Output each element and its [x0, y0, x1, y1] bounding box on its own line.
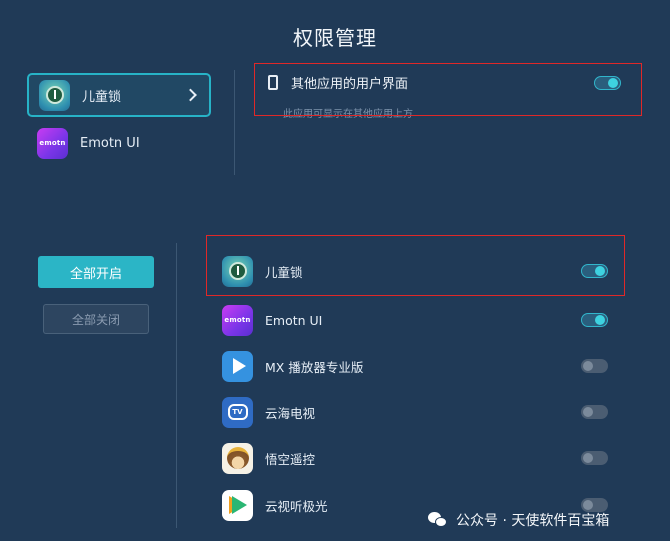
app-item-label: Emotn UI: [80, 135, 140, 151]
chevron-right-icon: [184, 88, 197, 102]
watermark: 公众号 · 天使软件百宝箱: [428, 509, 609, 531]
divider-bottom: [176, 243, 177, 528]
list-item-emotn-ui[interactable]: emotn Emotn UI: [222, 304, 622, 336]
list-item-label: 悟空遥控: [265, 451, 316, 467]
highlight-box-child-lock: [206, 235, 625, 296]
list-item-label: 云视听极光: [265, 498, 328, 514]
highlight-box-permission: [254, 63, 642, 116]
tv-logo-text: TV: [227, 404, 248, 420]
toggle-knob: [595, 315, 605, 325]
yunhai-tv-icon: TV: [222, 396, 253, 428]
app-toggle-mx-player[interactable]: [581, 359, 608, 373]
toggle-knob: [583, 453, 593, 463]
wukong-remote-icon: [222, 442, 253, 474]
watermark-text: 公众号 · 天使软件百宝箱: [456, 513, 610, 529]
app-item-label: 儿童锁: [82, 89, 122, 105]
list-item-mx-player[interactable]: MX 播放器专业版: [222, 350, 622, 382]
list-item-label: MX 播放器专业版: [265, 359, 364, 375]
list-item-label: Emotn UI: [265, 312, 323, 328]
mx-player-icon: [222, 350, 253, 382]
divider-top: [234, 70, 235, 175]
yunshiting-jiguang-icon: [222, 489, 253, 521]
emotn-logo-text: emotn: [39, 139, 66, 147]
app-toggle-wukong-remote[interactable]: [581, 451, 608, 465]
toggle-knob: [583, 407, 593, 417]
list-item-label: 云海电视: [265, 405, 316, 421]
list-item-yunhai-tv[interactable]: TV 云海电视: [222, 396, 622, 428]
toggle-knob: [583, 361, 593, 371]
app-toggle-yunhai-tv[interactable]: [581, 405, 608, 419]
list-item-wukong-remote[interactable]: 悟空遥控: [222, 442, 622, 474]
disable-all-button[interactable]: 全部关闭: [43, 304, 149, 334]
emotn-ui-icon: emotn: [222, 304, 253, 336]
page-title: 权限管理: [293, 26, 377, 50]
emotn-ui-icon: emotn: [37, 127, 68, 159]
wechat-icon: [428, 512, 448, 528]
app-toggle-emotn-ui[interactable]: [581, 313, 608, 327]
app-item-emotn-ui[interactable]: emotn Emotn UI: [27, 121, 211, 165]
enable-all-button[interactable]: 全部开启: [38, 256, 154, 288]
emotn-logo-text: emotn: [224, 316, 251, 324]
child-lock-icon: [39, 79, 70, 111]
app-item-child-lock[interactable]: 儿童锁: [27, 73, 211, 117]
